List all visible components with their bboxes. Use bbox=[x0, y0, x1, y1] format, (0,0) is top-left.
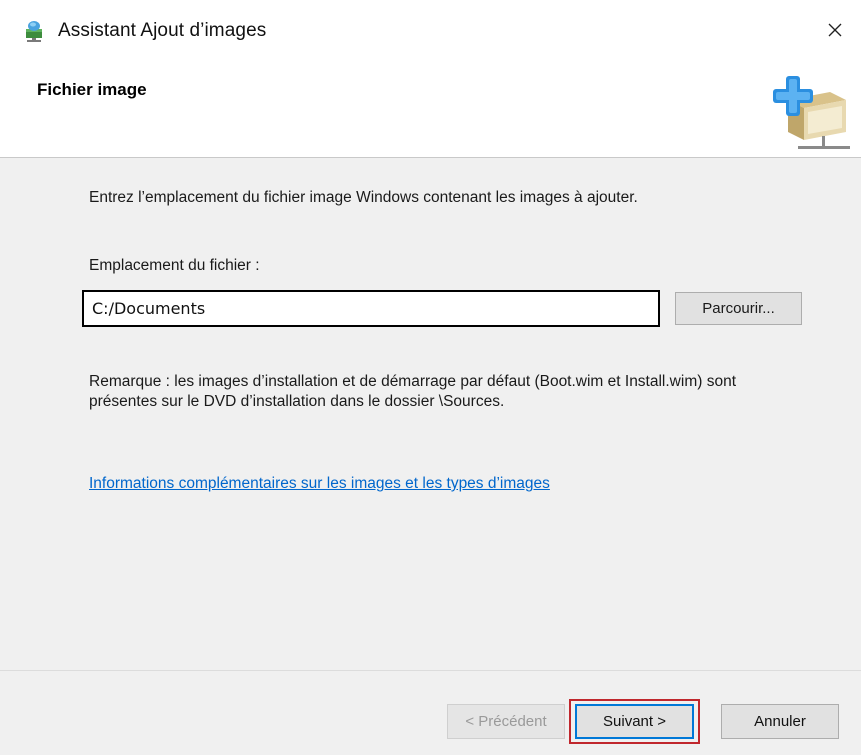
file-location-input[interactable] bbox=[82, 290, 660, 327]
note-text: Remarque : les images d’installation et … bbox=[89, 373, 736, 410]
wds-server-icon bbox=[22, 20, 46, 42]
more-info-link[interactable]: Informations complémentaires sur les ima… bbox=[89, 475, 550, 493]
wizard-content: Entrez l’emplacement du fichier image Wi… bbox=[0, 158, 861, 670]
cancel-button[interactable]: Annuler bbox=[721, 704, 839, 739]
instruction-text: Entrez l’emplacement du fichier image Wi… bbox=[89, 189, 638, 206]
browse-button[interactable]: Parcourir... bbox=[675, 292, 802, 325]
wizard-footer: < Précédent Suivant > Annuler bbox=[0, 671, 861, 755]
page-title: Fichier image bbox=[37, 80, 147, 99]
previous-button[interactable]: < Précédent bbox=[447, 704, 565, 739]
wizard-header: Fichier image bbox=[0, 62, 861, 157]
window-title: Assistant Ajout d’images bbox=[58, 20, 267, 41]
add-image-wizard-window: Assistant Ajout d’images Fichier image E… bbox=[0, 0, 861, 755]
title-bar: Assistant Ajout d’images bbox=[0, 0, 861, 62]
close-icon bbox=[828, 23, 842, 37]
add-image-server-icon bbox=[768, 70, 852, 154]
next-button[interactable]: Suivant > bbox=[575, 704, 694, 739]
file-location-label: Emplacement du fichier : bbox=[89, 257, 260, 274]
close-button[interactable] bbox=[817, 12, 853, 48]
